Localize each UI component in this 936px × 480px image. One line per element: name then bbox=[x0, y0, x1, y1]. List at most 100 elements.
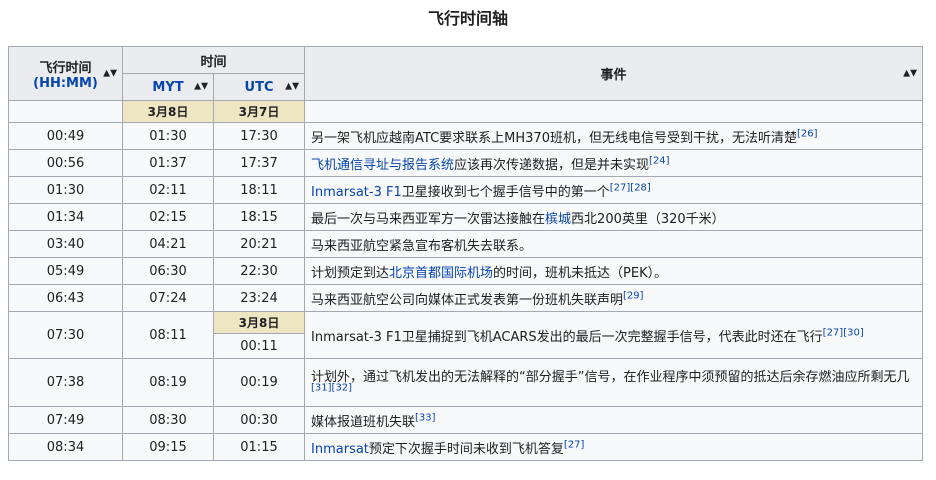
event-cell: 媒体报道班机失联[33] bbox=[304, 406, 923, 434]
event-text: 计划预定到达 bbox=[311, 265, 390, 281]
event-link[interactable]: 飞机通信寻址与报告系统 bbox=[311, 158, 454, 173]
utc-cell: 17:37 bbox=[212, 149, 306, 177]
event-cell: 计划预定到达北京首都国际机场的时间，班机未抵达（PEK）。 bbox=[304, 257, 923, 285]
flight-time-cell: 07:38 bbox=[8, 358, 123, 407]
event-link[interactable]: Inmarsat bbox=[311, 442, 369, 457]
myt-cell: 02:15 bbox=[122, 203, 214, 231]
reference-link[interactable]: [27][30] bbox=[823, 327, 864, 338]
event-cell: Inmarsat-3 F1卫星捕捉到飞机ACARS发出的最后一次完整握手信号，代… bbox=[304, 311, 923, 359]
utc-cell: 01:15 bbox=[212, 433, 306, 461]
event-header[interactable]: 事件 ▲▼ bbox=[304, 46, 923, 101]
myt-cell: 08:30 bbox=[122, 406, 214, 434]
flight-time-cell: 05:49 bbox=[8, 257, 123, 285]
event-cell: 飞机通信寻址与报告系统应该再次传递数据，但是并未实现[24] bbox=[304, 149, 923, 177]
flight-time-cell: 06:43 bbox=[8, 284, 123, 312]
flight-time-unit: (HH:MM) bbox=[33, 75, 98, 91]
table-row: 07:38 08:19 00:19 计划外，通过飞机发出的无法解释的“部分握手”信号，… bbox=[8, 358, 923, 407]
event-link[interactable]: Inmarsat-3 F1 bbox=[311, 185, 402, 200]
event-text: 马来西亚航空公司向媒体正式发表第一份班机失联声明 bbox=[311, 292, 624, 308]
timeline-table: 飞行时间 (HH:MM) ▲▼ 时间 事件 ▲▼ MYT ▲▼ UTC ▲▼ 3… bbox=[8, 46, 923, 461]
utc-header[interactable]: UTC ▲▼ bbox=[212, 73, 306, 101]
myt-cell: 06:30 bbox=[122, 257, 214, 285]
utc-label[interactable]: UTC bbox=[245, 80, 274, 95]
myt-cell: 02:11 bbox=[122, 176, 214, 204]
event-text: 另一架飞机应越南ATC要求联系上MH370班机，但无线电信号受到干扰，无法听清楚 bbox=[311, 130, 797, 146]
event-label: 事件 bbox=[600, 68, 627, 83]
event-cell: 计划外，通过飞机发出的无法解释的“部分握手”信号，在作业程序中须预留的抵达后余存… bbox=[304, 358, 923, 407]
table-row: 07:30 08:11 3月8日 Inmarsat-3 F1卫星捕捉到飞机ACARS发… bbox=[8, 311, 923, 359]
utc-date-change: 3月8日 bbox=[212, 311, 306, 334]
utc-cell: 18:15 bbox=[212, 203, 306, 231]
sort-icon[interactable]: ▲▼ bbox=[285, 82, 299, 91]
utc-cell: 17:30 bbox=[212, 122, 306, 150]
table-row: 00:49 01:30 17:30 另一架飞机应越南ATC要求联系上MH370班机，但… bbox=[8, 122, 923, 150]
table-row: 07:49 08:30 00:30 媒体报道班机失联[33] bbox=[8, 406, 923, 434]
table-caption: 飞行时间轴 bbox=[427, 9, 508, 28]
utc-cell: 00:19 bbox=[212, 358, 306, 407]
flight-time-cell: 08:34 bbox=[8, 433, 123, 461]
utc-date: 3月7日 bbox=[212, 100, 306, 123]
event-text: 西北200英里（320千米） bbox=[571, 211, 725, 227]
reference-link[interactable]: [27] bbox=[564, 439, 585, 450]
event-cell: 马来西亚航空公司向媒体正式发表第一份班机失联声明[29] bbox=[304, 284, 923, 312]
myt-cell: 07:24 bbox=[122, 284, 214, 312]
time-header: 时间 bbox=[121, 46, 306, 74]
event-cell: 另一架飞机应越南ATC要求联系上MH370班机，但无线电信号受到干扰，无法听清楚… bbox=[304, 122, 923, 150]
table-row: 08:34 09:15 01:15 Inmarsat预定下次握手时间未收到飞机答复[2… bbox=[8, 433, 923, 461]
table-row: 05:49 06:30 22:30 计划预定到达北京首都国际机场的时间，班机未抵达（P… bbox=[8, 257, 923, 285]
reference-link[interactable]: [26] bbox=[797, 128, 818, 139]
flight-time-header[interactable]: 飞行时间 (HH:MM) ▲▼ bbox=[8, 46, 123, 101]
table-row: 03:40 04:21 20:21 马来西亚航空紧急宣布客机失去联系。 bbox=[8, 230, 923, 258]
utc-cell: 18:11 bbox=[212, 176, 306, 204]
event-cell: 最后一次与马来西亚军方一次雷达接触在槟城西北200英里（320千米） bbox=[304, 203, 923, 231]
date-row-empty bbox=[8, 100, 123, 123]
event-link[interactable]: 北京首都国际机场 bbox=[389, 266, 493, 281]
event-cell: Inmarsat-3 F1卫星接收到七个握手信号中的第一个[27][28] bbox=[304, 176, 923, 204]
sort-icon[interactable]: ▲▼ bbox=[103, 69, 117, 78]
table-row: 00:56 01:37 17:37 飞机通信寻址与报告系统应该再次传递数据，但是并未实… bbox=[8, 149, 923, 177]
myt-label[interactable]: MYT bbox=[152, 80, 183, 95]
utc-cell: 00:11 bbox=[212, 333, 306, 359]
flight-time-cell: 07:49 bbox=[8, 406, 123, 434]
date-row-empty bbox=[304, 100, 923, 123]
myt-header[interactable]: MYT ▲▼ bbox=[122, 73, 214, 101]
event-link[interactable]: 槟城 bbox=[545, 212, 571, 227]
myt-cell: 08:11 bbox=[122, 311, 214, 359]
event-text: 卫星接收到七个握手信号中的第一个 bbox=[401, 184, 610, 200]
reference-link[interactable]: [31][32] bbox=[311, 382, 352, 393]
myt-date: 3月8日 bbox=[122, 100, 214, 123]
table-row: 06:43 07:24 23:24 马来西亚航空公司向媒体正式发表第一份班机失联声明[… bbox=[8, 284, 923, 312]
flight-time-cell: 00:56 bbox=[8, 149, 123, 177]
utc-cell: 00:30 bbox=[212, 406, 306, 434]
flight-time-cell: 01:30 bbox=[8, 176, 123, 204]
reference-link[interactable]: [24] bbox=[649, 155, 670, 166]
myt-cell: 09:15 bbox=[122, 433, 214, 461]
event-text: 预定下次握手时间未收到飞机答复 bbox=[368, 441, 564, 457]
table-row: 01:30 02:11 18:11 Inmarsat-3 F1卫星接收到七个握手信号中… bbox=[8, 176, 923, 204]
flight-time-cell: 01:34 bbox=[8, 203, 123, 231]
flight-time-cell: 00:49 bbox=[8, 122, 123, 150]
event-text: 最后一次与马来西亚军方一次雷达接触在 bbox=[311, 211, 546, 227]
event-text: 计划外，通过飞机发出的无法解释的“部分握手”信号 bbox=[311, 369, 611, 385]
event-cell: Inmarsat预定下次握手时间未收到飞机答复[27] bbox=[304, 433, 923, 461]
event-text: 媒体报道班机失联 bbox=[311, 414, 416, 430]
reference-link[interactable]: [33] bbox=[415, 412, 436, 423]
flight-time-label: 飞行时间 bbox=[39, 60, 92, 76]
utc-cell: 22:30 bbox=[212, 257, 306, 285]
flight-time-cell: 03:40 bbox=[8, 230, 123, 258]
reference-link[interactable]: [29] bbox=[623, 290, 644, 301]
myt-cell: 08:19 bbox=[122, 358, 214, 407]
utc-cell: 23:24 bbox=[212, 284, 306, 312]
utc-cell: 20:21 bbox=[212, 230, 306, 258]
myt-cell: 01:37 bbox=[122, 149, 214, 177]
table-row: 01:34 02:15 18:15 最后一次与马来西亚军方一次雷达接触在槟城西北200… bbox=[8, 203, 923, 231]
event-text: ，在作业程序中须预留的抵达后余存燃油应所剩无几 bbox=[610, 369, 910, 385]
myt-cell: 01:30 bbox=[122, 122, 214, 150]
flight-time-cell: 07:30 bbox=[8, 311, 123, 359]
reference-link[interactable]: [27][28] bbox=[610, 182, 651, 193]
sort-icon[interactable]: ▲▼ bbox=[194, 82, 208, 91]
event-text: 马来西亚航空紧急宣布客机失去联系。 bbox=[311, 238, 533, 254]
event-text: Inmarsat-3 F1卫星捕捉到飞机ACARS发出的最后一次完整握手信号，代… bbox=[311, 329, 823, 345]
sort-icon[interactable]: ▲▼ bbox=[903, 69, 917, 78]
event-cell: 马来西亚航空紧急宣布客机失去联系。 bbox=[304, 230, 923, 258]
